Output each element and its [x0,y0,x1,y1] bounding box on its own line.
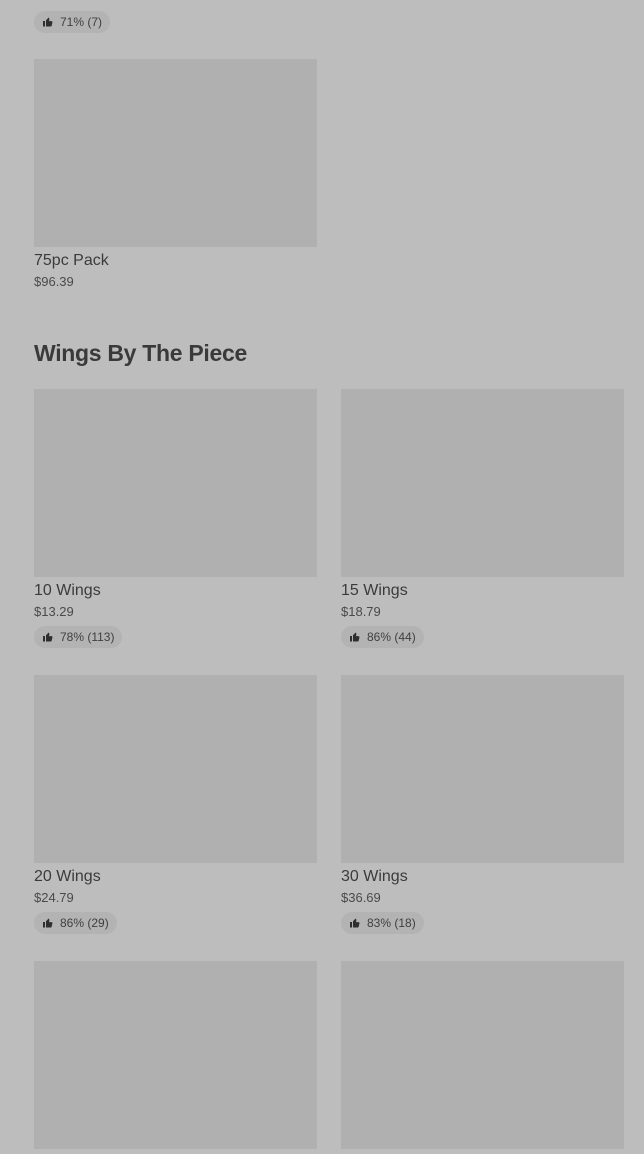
rating-badge: 71% (7) [34,11,111,33]
item-price: $96.39 [34,274,74,289]
item-image[interactable] [34,675,317,863]
item-image[interactable] [341,961,624,1149]
item-price: $24.79 [34,890,74,905]
menu-item-card-cropped-left[interactable]: 71% (7) [34,0,317,33]
menu-item-card-cropped-bottom-left[interactable] [34,961,317,1149]
item-title: 75pc Pack [34,252,109,269]
rating-text: 86% (29) [60,916,109,930]
rating-badge: 86% (44) [341,626,424,648]
rating-text: 71% (7) [60,15,103,29]
rating-badge: 86% (29) [34,912,117,934]
rating-badge: 78% (113) [34,626,123,648]
item-image[interactable] [34,389,317,577]
item-image[interactable] [34,961,317,1149]
item-price: $36.69 [341,890,381,905]
thumbs-up-icon [349,917,361,929]
item-title: 10 Wings [34,582,101,599]
menu-item-card-15-wings[interactable]: 15 Wings $18.79 86% (44) [341,389,624,648]
menu-item-card-20-wings[interactable]: 20 Wings $24.79 86% (29) [34,675,317,934]
item-price: $13.29 [34,604,74,619]
thumbs-up-icon [42,917,54,929]
item-image[interactable] [341,389,624,577]
menu-item-card-30-wings[interactable]: 30 Wings $36.69 83% (18) [341,675,624,934]
menu-page: 71% (7) 75pc Pack $96.39 Wings By The Pi… [0,0,644,1154]
item-price: $18.79 [341,604,381,619]
rating-text: 86% (44) [367,630,416,644]
thumbs-up-icon [42,16,54,28]
item-title: 15 Wings [341,582,408,599]
item-title: 20 Wings [34,868,101,885]
menu-item-card-cropped-bottom-right[interactable] [341,961,624,1149]
menu-item-card-75pc-pack[interactable]: 75pc Pack $96.39 [34,59,317,290]
item-image[interactable] [341,675,624,863]
rating-text: 78% (113) [60,630,115,644]
section-title: Wings By The Piece [34,340,247,366]
rating-badge: 83% (18) [341,912,424,934]
rating-text: 83% (18) [367,916,416,930]
thumbs-up-icon [349,631,361,643]
item-title: 30 Wings [341,868,408,885]
thumbs-up-icon [42,631,54,643]
menu-item-card-10-wings[interactable]: 10 Wings $13.29 78% (113) [34,389,317,648]
item-image[interactable] [34,59,317,247]
